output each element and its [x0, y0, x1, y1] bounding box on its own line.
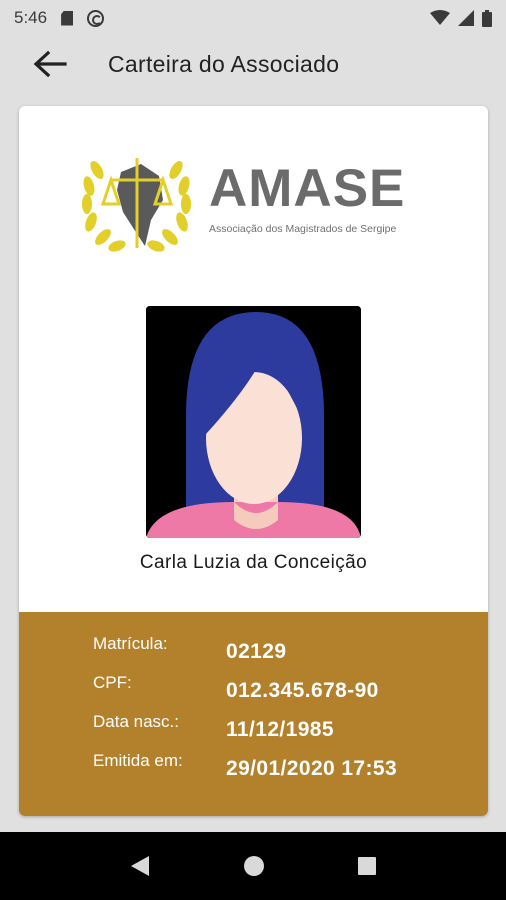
arrow-back-icon [33, 50, 67, 78]
nav-recents-icon[interactable] [357, 856, 377, 876]
logo-subtitle: Associação dos Magistrados de Sergipe [209, 223, 397, 235]
member-photo [146, 306, 361, 538]
status-bar: 5:46 [0, 0, 506, 36]
avatar-placeholder [146, 306, 361, 538]
issued-value: 29/01/2020 17:53 [226, 757, 398, 780]
laurel-scale-emblem [82, 158, 191, 252]
status-time: 5:46 [14, 8, 48, 27]
wifi-icon [430, 10, 450, 25]
back-button[interactable] [20, 36, 80, 92]
cpf-value: 012.345.678-90 [226, 679, 379, 702]
battery-icon [482, 9, 492, 27]
issued-label: Emitida em: [93, 751, 183, 770]
registration-label: Matrícula: [93, 634, 168, 653]
logo-wordmark: AMASE [209, 159, 406, 218]
system-nav-bar [0, 832, 506, 900]
nav-back-icon[interactable] [129, 854, 151, 878]
nav-home-icon[interactable] [243, 855, 265, 877]
registration-value: 02129 [226, 640, 287, 663]
birthdate-value: 11/12/1985 [226, 718, 334, 741]
cpf-label: CPF: [93, 673, 132, 692]
birthdate-label: Data nasc.: [93, 712, 179, 731]
data-saver-icon [87, 9, 105, 27]
member-details-panel: Matrícula: 02129 CPF: 012.345.678-90 Dat… [19, 612, 488, 816]
page-title: Carteira do Associado [108, 50, 340, 77]
member-card: AMASE Associação dos Magistrados de Serg… [19, 106, 488, 816]
sd-card-icon [61, 10, 74, 26]
signal-icon [458, 10, 474, 26]
member-name: Carla Luzia da Conceição [139, 552, 368, 573]
app-bar: Carteira do Associado [0, 36, 506, 92]
amase-logo: AMASE Associação dos Magistrados de Serg… [79, 150, 439, 255]
